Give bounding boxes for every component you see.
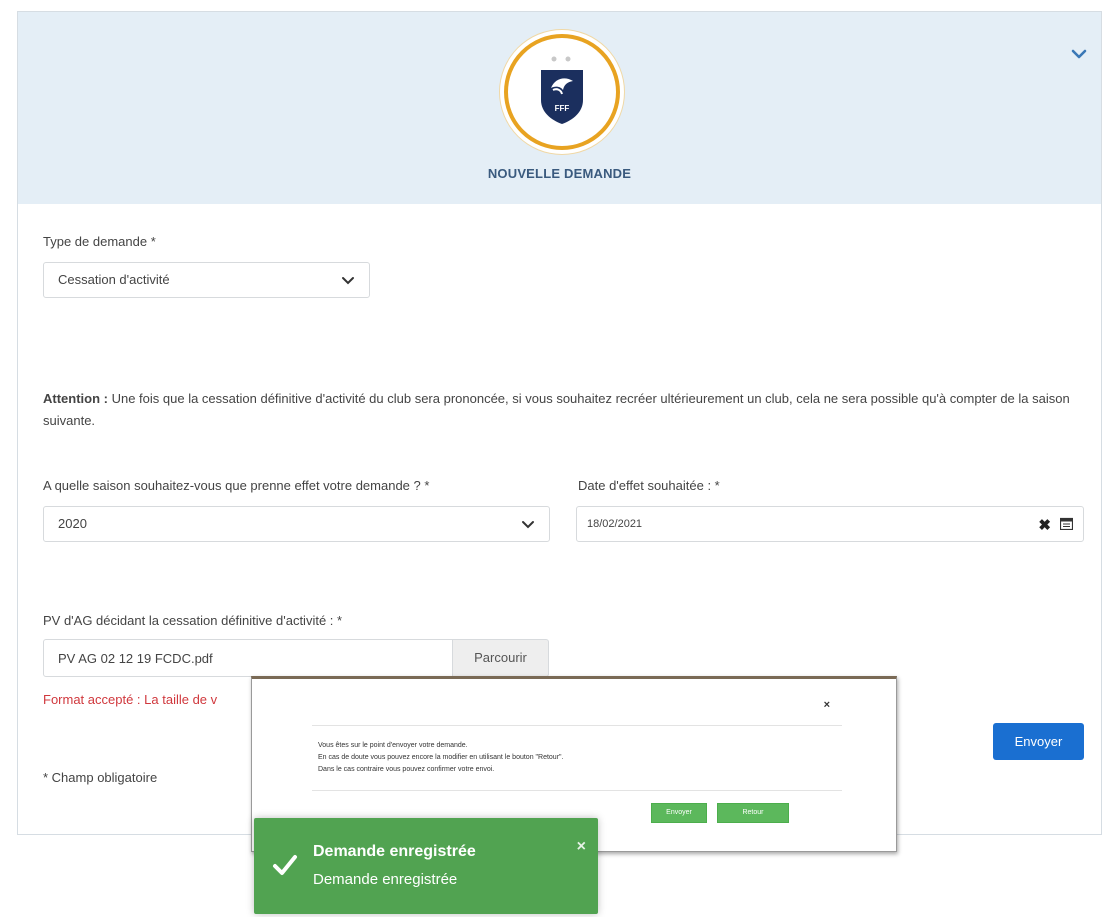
modal-send-button[interactable]: Envoyer — [651, 803, 707, 823]
modal-close-button[interactable]: × — [824, 699, 830, 711]
modal-back-button[interactable]: Retour — [717, 803, 789, 823]
format-hint: Format accepté : La taille de v — [43, 692, 218, 707]
attention-text: Une fois que la cessation définitive d'a… — [43, 391, 1070, 428]
chevron-down-icon — [522, 521, 534, 529]
send-button[interactable]: Envoyer — [993, 723, 1084, 760]
pv-file-input[interactable]: PV AG 02 12 19 FCDC.pdf — [43, 639, 453, 677]
clear-icon[interactable]: ✖ — [1038, 516, 1051, 534]
modal-divider — [312, 790, 842, 791]
chevron-down-icon — [342, 277, 354, 285]
pv-label: PV d'AG décidant la cessation définitive… — [43, 613, 343, 628]
checkmark-icon — [273, 855, 297, 875]
request-type-select[interactable]: Cessation d'activité — [43, 262, 370, 298]
toast-message: Demande enregistrée — [313, 871, 458, 888]
calendar-icon[interactable] — [1060, 517, 1073, 530]
toast-close-button[interactable]: × — [577, 838, 586, 856]
modal-line-3: Dans le cas contraire vous pouvez confir… — [318, 766, 495, 773]
modal-line-2: En cas de doute vous pouvez encore la mo… — [318, 754, 564, 761]
chevron-down-icon[interactable] — [1071, 48, 1087, 60]
fff-logo: FFF — [504, 34, 620, 150]
effective-date-label: Date d'effet souhaitée : * — [578, 478, 720, 493]
svg-text:FFF: FFF — [555, 104, 570, 113]
season-label: A quelle saison souhaitez-vous que prenn… — [43, 478, 430, 493]
attention-notice: Attention : Une fois que la cessation dé… — [43, 388, 1102, 432]
success-toast: Demande enregistrée Demande enregistrée … — [254, 818, 598, 914]
modal-divider — [312, 725, 842, 726]
required-note: * Champ obligatoire — [43, 770, 158, 785]
season-select[interactable]: 2020 — [43, 506, 550, 542]
attention-label: Attention : — [43, 391, 108, 406]
modal-body: Vous êtes sur le point d'envoyer votre d… — [318, 740, 563, 776]
effective-date-value: 18/02/2021 — [587, 518, 643, 530]
card-header: FFF NOUVELLE DEMANDE — [18, 12, 1101, 204]
request-type-label: Type de demande * — [43, 234, 156, 249]
request-type-value: Cessation d'activité — [58, 272, 170, 287]
modal-line-1: Vous êtes sur le point d'envoyer votre d… — [318, 742, 468, 749]
page-title: NOUVELLE DEMANDE — [487, 166, 632, 181]
season-value: 2020 — [58, 516, 87, 531]
browse-button[interactable]: Parcourir — [453, 639, 549, 677]
effective-date-input[interactable]: 18/02/2021 ✖ — [576, 506, 1084, 542]
toast-title: Demande enregistrée — [313, 843, 476, 860]
fff-crest-icon: FFF — [541, 56, 583, 124]
